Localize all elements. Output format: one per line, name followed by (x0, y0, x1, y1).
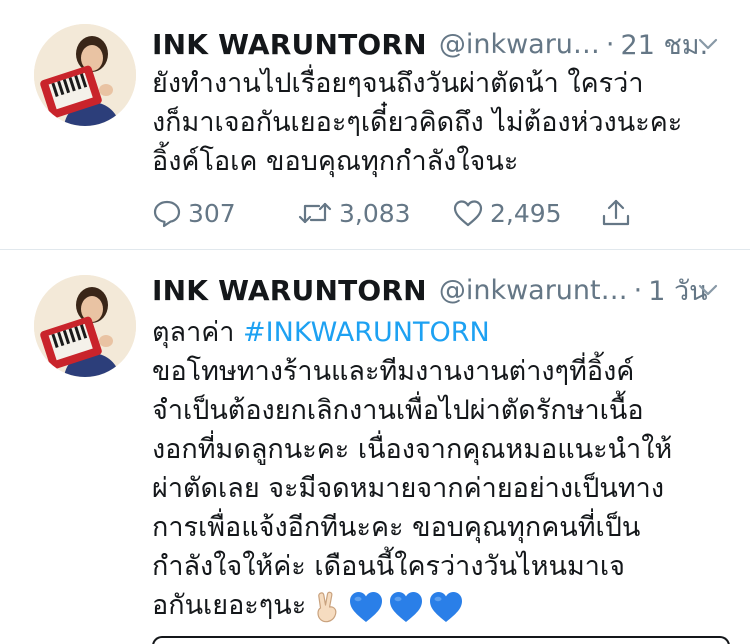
tweet-text-line: จำเป็นต้องยกเลิกงานเพื่อไปผ่าตัดรักษาเนื… (152, 395, 644, 426)
tweet-text-line: งอกที่มดลูกนะคะ เนื่องจากคุณหมอแนะนำให้ (152, 434, 673, 465)
blue-heart-icon (350, 591, 383, 622)
author-name[interactable]: INK WARUNTORN (152, 274, 427, 307)
reply-count: 307 (188, 198, 236, 228)
blue-heart-icon (390, 591, 423, 622)
avatar-image (34, 24, 136, 126)
tweet-text-line: อกันเยอะๆนะ (152, 586, 726, 625)
tweet-header: INK WARUNTORN @inkwarunt… · 1 วัน (152, 270, 730, 310)
chevron-down-icon[interactable] (696, 278, 720, 302)
tweet-actions: 307 3,083 2,495 (152, 193, 638, 233)
reply-button[interactable]: 307 (152, 198, 297, 228)
retweet-icon (298, 202, 332, 224)
separator: · (605, 28, 615, 60)
tweet-text-line: กำลังใจให้ค่ะ เดือนนี้ใครว่างวันไหนมาเจ (152, 551, 625, 582)
share-icon (602, 199, 630, 226)
tweet-text-line: ขอโทษทางร้านและทีมงานงานต่างๆที่อิ้งค์ (152, 356, 635, 387)
tweet-text-line: งก็มาเจอกันเยอะๆเดี๋ยวคิดถึง ไม่ต้องห่วง… (152, 107, 683, 138)
timeline: INK WARUNTORN @inkwaru… · 21 ชม. ยังทำงา… (0, 0, 750, 644)
avatar-image (34, 275, 136, 377)
retweet-button[interactable]: 3,083 (297, 198, 452, 228)
tweet-text-line: ผ่าตัดเลย จะมีจดหมายจากค่ายอย่างเป็นทาง (152, 473, 664, 504)
share-button[interactable] (600, 197, 638, 229)
chevron-down-icon[interactable] (696, 32, 720, 56)
hashtag-link[interactable]: #INKWARUNTORN (243, 317, 490, 348)
tweet-text-line: ตุลาค่า #INKWARUNTORN (152, 313, 726, 352)
emoji-group (312, 590, 464, 624)
tweet-text-line: การเพื่อแจ้งอีกทีนะคะ ขอบคุณทุกคนที่เป็น (152, 512, 641, 543)
tweet[interactable]: INK WARUNTORN @inkwaru… · 21 ชม. ยังทำงา… (0, 0, 750, 250)
tweet-text-line: อิ้งค์โอเค ขอบคุณทุกกำลังใจนะ (152, 146, 519, 177)
like-count: 2,495 (490, 198, 562, 228)
media-card-edge (152, 636, 730, 644)
heart-icon (453, 200, 483, 227)
reply-icon (153, 200, 181, 228)
tweet-text: ยังทำงานไปเรื่อยๆจนถึงวันผ่าตัดน้า ใครว่… (152, 64, 726, 181)
author-handle[interactable]: @inkwaru… (439, 29, 600, 60)
separator: · (633, 274, 643, 306)
tweet[interactable]: INK WARUNTORN @inkwarunt… · 1 วัน ตุลาค่… (0, 251, 750, 644)
author-handle[interactable]: @inkwarunt… (439, 275, 628, 306)
author-name[interactable]: INK WARUNTORN (152, 28, 427, 61)
avatar[interactable] (34, 275, 136, 377)
like-button[interactable]: 2,495 (452, 198, 600, 228)
tweet-text-line: ยังทำงานไปเรื่อยๆจนถึงวันผ่าตัดน้า ใครว่… (152, 68, 644, 99)
retweet-count: 3,083 (339, 198, 411, 228)
tweet-text: ตุลาค่า #INKWARUNTORN ขอโทษทางร้านและทีม… (152, 313, 726, 625)
victory-hand-icon (317, 591, 337, 622)
text-segment: ตุลาค่า (152, 317, 244, 348)
blue-heart-icon (430, 591, 463, 622)
tweet-header: INK WARUNTORN @inkwaru… · 21 ชม. (152, 24, 730, 64)
text-segment: อกันเยอะๆนะ (152, 590, 307, 621)
avatar[interactable] (34, 24, 136, 126)
